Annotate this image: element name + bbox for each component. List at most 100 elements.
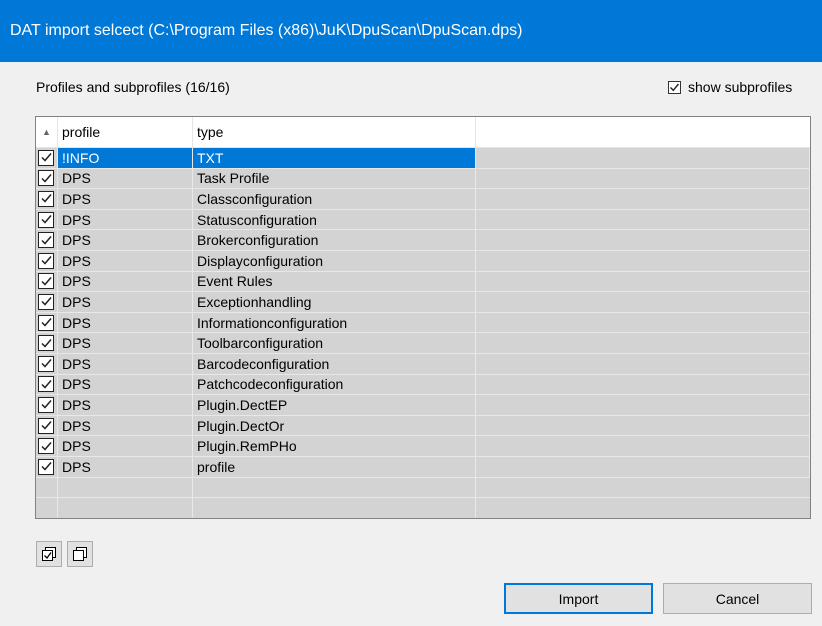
cell-profile: DPS: [58, 415, 193, 436]
column-header-profile[interactable]: profile: [58, 117, 193, 147]
checkbox-checked-icon[interactable]: [38, 335, 54, 352]
cell-type: Exceptionhandling: [193, 292, 476, 312]
row-checkbox[interactable]: [36, 271, 58, 292]
cell-filler: [476, 189, 810, 209]
checkbox-checked-icon[interactable]: [38, 232, 54, 249]
checkbox-checked-icon[interactable]: [38, 293, 54, 310]
table-row[interactable]: DPS Barcodeconfiguration: [36, 353, 810, 375]
checkbox-checked-icon[interactable]: [38, 417, 54, 434]
column-header-type[interactable]: type: [193, 117, 476, 147]
cell-type: Plugin.RemPHo: [193, 436, 476, 456]
table-row[interactable]: DPS Event Rules: [36, 271, 810, 293]
cell-profile: DPS: [58, 456, 193, 477]
cell-filler: [476, 456, 810, 477]
table-row[interactable]: DPS Plugin.RemPHo: [36, 436, 810, 457]
row-checkbox[interactable]: [36, 374, 58, 395]
cell-profile: !INFO: [58, 148, 193, 168]
cell-filler: [476, 353, 810, 374]
row-checkbox[interactable]: [36, 148, 58, 168]
uncheck-all-button[interactable]: [67, 541, 93, 567]
window-title: DAT import selcect (C:\Program Files (x8…: [10, 22, 523, 39]
table-row[interactable]: DPS Displayconfiguration: [36, 250, 810, 272]
row-checkbox[interactable]: [36, 353, 58, 374]
table-row[interactable]: DPS Plugin.DectOr: [36, 415, 810, 437]
table-row[interactable]: DPS Patchcodeconfiguration: [36, 374, 810, 396]
table-row[interactable]: !INFO TXT: [36, 148, 810, 169]
checkbox-checked-icon[interactable]: [38, 458, 54, 475]
cell-type: Displayconfiguration: [193, 250, 476, 271]
checkbox-checked-icon[interactable]: [38, 190, 54, 207]
checkbox-checked-icon[interactable]: [38, 376, 54, 393]
cell-type: Patchcodeconfiguration: [193, 374, 476, 395]
cell-profile: DPS: [58, 292, 193, 312]
grid-header: ▲ profile type: [36, 117, 810, 148]
show-subprofiles-checkbox[interactable]: show subprofiles: [668, 79, 792, 95]
cell-type: profile: [193, 456, 476, 477]
cell-filler: [476, 415, 810, 436]
table-row[interactable]: DPS Statusconfiguration: [36, 209, 810, 231]
cell-profile: DPS: [58, 436, 193, 456]
checkbox-checked-icon[interactable]: [38, 170, 54, 187]
checkbox-checked-icon[interactable]: [38, 149, 54, 166]
cell-type: Event Rules: [193, 271, 476, 292]
cell-profile: DPS: [58, 312, 193, 333]
cell-type: Task Profile: [193, 168, 476, 189]
cell-type: Statusconfiguration: [193, 209, 476, 230]
show-subprofiles-label: show subprofiles: [688, 79, 793, 95]
row-checkbox[interactable]: [36, 312, 58, 333]
cell-filler: [476, 271, 810, 292]
check-all-icon: [41, 546, 57, 562]
cell-type: TXT: [193, 148, 476, 168]
cell-profile: DPS: [58, 353, 193, 374]
row-checkbox[interactable]: [36, 189, 58, 209]
row-checkbox[interactable]: [36, 415, 58, 436]
cell-type: Brokerconfiguration: [193, 230, 476, 250]
row-checkbox[interactable]: [36, 395, 58, 415]
table-row[interactable]: DPS Toolbarconfiguration: [36, 333, 810, 354]
empty-row: [36, 498, 810, 518]
table-row[interactable]: DPS profile: [36, 456, 810, 478]
checkbox-checked-icon[interactable]: [668, 80, 681, 94]
row-checkbox[interactable]: [36, 456, 58, 477]
table-row[interactable]: DPS Brokerconfiguration: [36, 230, 810, 251]
import-button[interactable]: Import: [504, 583, 653, 614]
cell-profile: DPS: [58, 271, 193, 292]
cell-type: Classconfiguration: [193, 189, 476, 209]
table-row[interactable]: DPS Plugin.DectEP: [36, 395, 810, 416]
cancel-button[interactable]: Cancel: [663, 583, 812, 614]
cell-type: Barcodeconfiguration: [193, 353, 476, 374]
uncheck-all-icon: [72, 546, 88, 562]
check-all-button[interactable]: [36, 541, 62, 567]
row-checkbox[interactable]: [36, 230, 58, 250]
row-checkbox[interactable]: [36, 250, 58, 271]
table-row[interactable]: DPS Informationconfiguration: [36, 312, 810, 334]
cell-filler: [476, 168, 810, 189]
cell-filler: [476, 312, 810, 333]
checkbox-checked-icon[interactable]: [38, 355, 54, 372]
cell-type: Informationconfiguration: [193, 312, 476, 333]
row-checkbox[interactable]: [36, 333, 58, 353]
cell-profile: DPS: [58, 168, 193, 189]
checkbox-checked-icon[interactable]: [38, 396, 54, 413]
table-row[interactable]: DPS Exceptionhandling: [36, 292, 810, 313]
sort-ascending-icon[interactable]: ▲: [36, 117, 58, 147]
row-checkbox[interactable]: [36, 209, 58, 230]
checkbox-checked-icon[interactable]: [38, 211, 54, 228]
checkbox-checked-icon[interactable]: [38, 273, 54, 290]
checkbox-checked-icon[interactable]: [38, 314, 54, 331]
row-checkbox[interactable]: [36, 436, 58, 456]
cell-filler: [476, 209, 810, 230]
checkbox-checked-icon[interactable]: [38, 252, 54, 269]
profiles-grid[interactable]: ▲ profile type !INFO TXT DPS Task Profile DP…: [35, 116, 811, 519]
cell-profile: DPS: [58, 333, 193, 353]
cell-type: Plugin.DectOr: [193, 415, 476, 436]
cell-filler: [476, 230, 810, 250]
column-header-filler: [476, 117, 810, 147]
table-row[interactable]: DPS Task Profile: [36, 168, 810, 190]
checkbox-checked-icon[interactable]: [38, 438, 54, 455]
table-row[interactable]: DPS Classconfiguration: [36, 189, 810, 210]
row-checkbox[interactable]: [36, 292, 58, 312]
cell-profile: DPS: [58, 250, 193, 271]
row-checkbox[interactable]: [36, 168, 58, 189]
cell-profile: DPS: [58, 395, 193, 415]
